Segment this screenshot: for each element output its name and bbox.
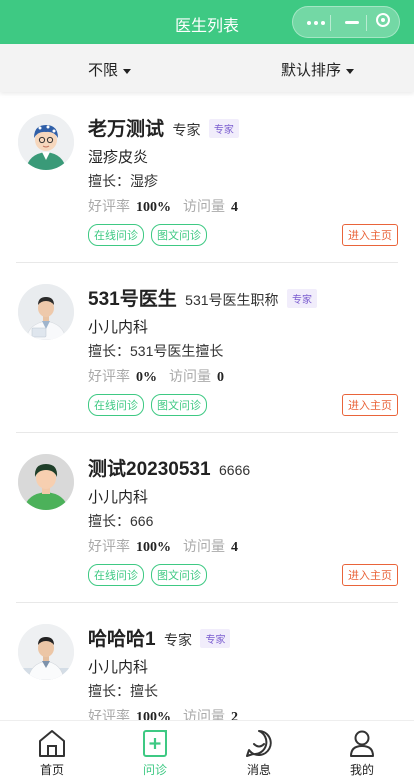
doctor-name-line: 测试20230531 6666 (88, 454, 250, 481)
doctor-department: 湿疹皮炎 (88, 149, 149, 166)
visits-label: 访问量 (183, 708, 225, 720)
doctor-name: 测试20230531 (88, 459, 211, 480)
rating-label: 好评率 (88, 708, 130, 720)
doctor-name-line: 哈哈哈1 专家 专家 (88, 624, 231, 651)
doctor-title: 531号医生职称 (185, 292, 279, 308)
bottom-tab-bar: 首页 问诊 消息 我的 (0, 720, 414, 781)
visits-label: 访问量 (169, 368, 211, 384)
tab-messages[interactable]: 消息 (229, 727, 289, 778)
doctor-stats: 好评率 100% 访问量 4 (88, 196, 250, 216)
doctor-specialty: 擅长：531号医生擅长 (88, 343, 224, 359)
doctor-specialty: 擅长：擅长 (88, 683, 158, 699)
enter-homepage-button[interactable]: 进入主页 (342, 224, 398, 246)
rating-value: 100% (136, 200, 171, 215)
more-icon[interactable] (307, 21, 325, 25)
service-tag-online[interactable]: 在线问诊 (88, 564, 144, 586)
visits-value: 4 (231, 200, 238, 215)
visits-label: 访问量 (183, 198, 225, 214)
doctor-photo-avatar (18, 624, 74, 680)
doctor-card[interactable]: 哈哈哈1 专家 专家 小儿内科 擅长：擅长 好评率 100% 访问量 2 (16, 602, 398, 720)
message-icon (246, 730, 272, 757)
tab-home-label: 首页 (39, 763, 64, 777)
doctor-list: 老万测试 专家 专家 湿疹皮炎 擅长：湿疹 好评率 100% 访问量 4 在线问诊 图文… (0, 92, 414, 720)
doctor-name: 老万测试 (88, 119, 165, 140)
expert-badge: 专家 (208, 119, 239, 138)
visits-value: 0 (217, 370, 224, 385)
mini-program-capsule (292, 6, 400, 38)
doctor-stats: 好评率 100% 访问量 4 (88, 536, 250, 556)
cartoon-doctor-avatar (18, 114, 74, 170)
tab-profile[interactable]: 我的 (332, 727, 392, 778)
rating-value: 0% (136, 370, 157, 385)
doctor-stats: 好评率 0% 访问量 0 (88, 366, 236, 386)
visits-label: 访问量 (183, 538, 225, 554)
minimize-icon[interactable] (345, 21, 359, 24)
doctor-name: 哈哈哈1 (88, 629, 156, 650)
profile-icon (350, 730, 374, 757)
doctor-name-line: 531号医生 531号医生职称 专家 (88, 284, 317, 311)
service-tags: 在线问诊 图文问诊 (88, 224, 214, 246)
service-tag-image-text[interactable]: 图文问诊 (151, 394, 207, 416)
service-tag-online[interactable]: 在线问诊 (88, 224, 144, 246)
rating-label: 好评率 (88, 368, 130, 384)
doctor-card[interactable]: 531号医生 531号医生职称 专家 小儿内科 擅长：531号医生擅长 好评率 0… (16, 262, 398, 433)
rating-label: 好评率 (88, 198, 130, 214)
service-tag-online[interactable]: 在线问诊 (88, 394, 144, 416)
doctor-title: 专家 (172, 122, 201, 138)
sort-label: 默认排序 (281, 62, 342, 79)
doctor-title: 6666 (219, 462, 251, 478)
enter-homepage-button[interactable]: 进入主页 (342, 564, 398, 586)
rating-value: 100% (136, 540, 171, 555)
doctor-name: 531号医生 (88, 289, 177, 310)
capsule-divider (366, 15, 367, 31)
sort-dropdown[interactable]: 默认排序 (281, 59, 355, 80)
tab-consult[interactable]: 问诊 (125, 727, 185, 778)
service-tag-image-text[interactable]: 图文问诊 (151, 224, 207, 246)
doctor-department: 小儿内科 (88, 319, 149, 336)
doctor-card[interactable]: 测试20230531 6666 小儿内科 擅长：666 好评率 100% 访问量 4 … (16, 432, 398, 603)
doctor-specialty: 擅长：湿疹 (88, 173, 158, 189)
caret-down-icon (346, 68, 355, 74)
rating-value: 100% (136, 710, 171, 720)
filter-bar: 不限 默认排序 (0, 44, 414, 92)
doctor-photo-avatar (18, 284, 74, 340)
tab-profile-label: 我的 (349, 763, 374, 777)
filter-scope-label: 不限 (88, 62, 119, 79)
doctor-specialty: 擅长：666 (88, 513, 154, 529)
tab-messages-label: 消息 (246, 763, 271, 777)
tab-consult-label: 问诊 (142, 763, 167, 777)
capsule-divider (330, 15, 331, 31)
service-tag-image-text[interactable]: 图文问诊 (151, 564, 207, 586)
doctor-card[interactable]: 老万测试 专家 专家 湿疹皮炎 擅长：湿疹 好评率 100% 访问量 4 在线问诊 图文… (16, 92, 398, 263)
filter-scope-dropdown[interactable]: 不限 (88, 59, 132, 80)
expert-badge: 专家 (200, 629, 231, 648)
doctor-name-line: 老万测试 专家 专家 (88, 114, 239, 141)
visits-value: 2 (231, 710, 238, 720)
visits-value: 4 (231, 540, 238, 555)
close-mini-program-icon[interactable] (376, 13, 390, 27)
enter-homepage-button[interactable]: 进入主页 (342, 394, 398, 416)
doctor-department: 小儿内科 (88, 489, 149, 506)
expert-badge: 专家 (286, 289, 317, 308)
doctor-department: 小儿内科 (88, 659, 149, 676)
doctor-title: 专家 (164, 632, 193, 648)
default-person-avatar (18, 454, 74, 510)
top-bar: 医生列表 (0, 0, 414, 44)
home-icon (39, 730, 65, 757)
tab-home[interactable]: 首页 (22, 727, 82, 778)
rating-label: 好评率 (88, 538, 130, 554)
caret-down-icon (123, 68, 132, 74)
service-tags: 在线问诊 图文问诊 (88, 564, 214, 586)
doctor-stats: 好评率 100% 访问量 2 (88, 706, 250, 720)
consult-icon (143, 730, 167, 757)
service-tags: 在线问诊 图文问诊 (88, 394, 214, 416)
